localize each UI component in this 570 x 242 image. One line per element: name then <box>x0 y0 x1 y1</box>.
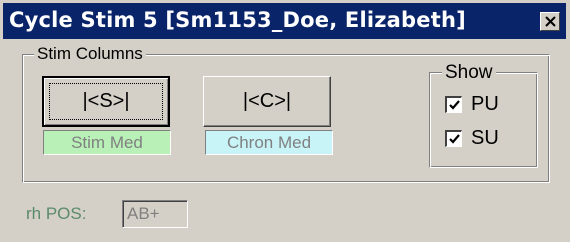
su-checkbox-row[interactable]: SU <box>445 127 499 150</box>
show-group <box>429 72 538 168</box>
su-checkbox[interactable] <box>445 130 462 147</box>
pu-checkbox-row[interactable]: PU <box>445 93 499 116</box>
window-title: Cycle Stim 5 [Sm1153_Doe, Elizabeth] <box>9 8 466 32</box>
su-label: SU <box>471 127 499 149</box>
stim-columns-legend: Stim Columns <box>34 44 146 64</box>
checkmark-icon <box>449 100 460 110</box>
close-button[interactable] <box>540 12 560 31</box>
stim-button[interactable]: |<S>| <box>42 76 170 127</box>
checkmark-icon <box>449 134 460 144</box>
rh-pos-label: rh POS: <box>26 204 87 223</box>
close-icon <box>545 16 556 27</box>
title-bar[interactable]: Cycle Stim 5 [Sm1153_Doe, Elizabeth] <box>3 3 566 39</box>
stim-med-text: Stim Med <box>71 132 143 152</box>
rh-pos-field: AB+ <box>122 200 188 228</box>
show-legend: Show <box>442 62 496 84</box>
pu-checkbox[interactable] <box>445 96 462 113</box>
pu-label: PU <box>471 93 499 115</box>
cycle-stim-dialog: Cycle Stim 5 [Sm1153_Doe, Elizabeth] Sti… <box>0 0 570 242</box>
chron-med-text: Chron Med <box>226 132 312 152</box>
stim-med-label: Stim Med <box>43 130 171 155</box>
stim-button-label: |<S>| <box>82 90 130 112</box>
chron-button-label: |<C>| <box>242 90 292 112</box>
chron-med-label: Chron Med <box>205 130 333 155</box>
chron-button[interactable]: |<C>| <box>203 76 331 127</box>
